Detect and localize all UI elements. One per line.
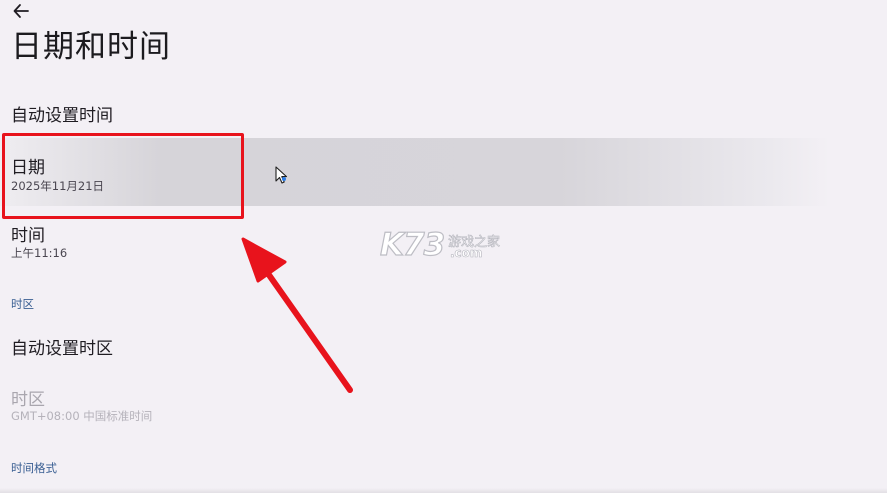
time-format-section-header: 时间格式 <box>11 461 57 475</box>
date-value: 2025年11月21日 <box>11 179 105 193</box>
date-title: 日期 <box>11 158 45 178</box>
auto-timezone-title: 自动设置时区 <box>11 339 113 359</box>
arrow-left-icon <box>13 4 29 18</box>
date-row[interactable]: 日期 2025年11月21日 <box>0 138 887 206</box>
time-row[interactable]: 时间 上午11:16 <box>0 210 887 270</box>
page-title: 日期和时间 <box>11 29 171 65</box>
time-value: 上午11:16 <box>11 246 68 260</box>
timezone-row: 时区 GMT+08:00 中国标准时间 <box>0 375 887 431</box>
timezone-section-header: 时区 <box>11 297 34 311</box>
timezone-title: 时区 <box>11 390 45 410</box>
time-title: 时间 <box>11 226 45 246</box>
timezone-value: GMT+08:00 中国标准时间 <box>11 409 153 423</box>
auto-timezone-row[interactable]: 自动设置时区 <box>0 323 887 367</box>
auto-time-row[interactable]: 自动设置时间 <box>0 92 887 134</box>
back-button[interactable] <box>8 0 34 22</box>
auto-time-title: 自动设置时间 <box>11 106 113 126</box>
bottom-edge <box>0 488 887 493</box>
